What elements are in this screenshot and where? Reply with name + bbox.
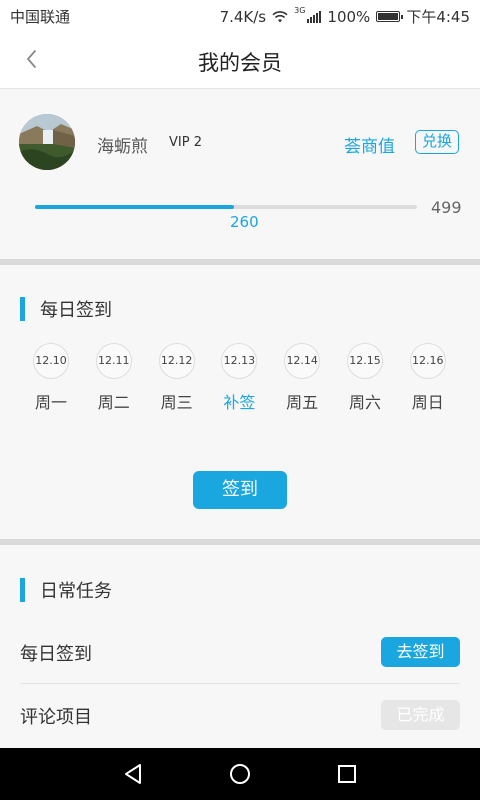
checkin-date-circle: 12.11 (95, 343, 132, 379)
network-speed: 7.4K/s (219, 7, 267, 26)
task-row: 评论项目 已完成 (20, 685, 460, 745)
points-link[interactable]: 荟商值 (344, 132, 395, 157)
checkin-title: 每日签到 (40, 300, 112, 321)
points-max-value: 499 (431, 198, 462, 217)
member-card: 海蛎煎 VIP 2 荟商值 兑换 260 499 (0, 89, 480, 259)
section-accent-bar (20, 578, 25, 602)
vip-level-badge: VIP 2 (169, 135, 202, 150)
checkin-day-label: 周二 (97, 393, 130, 412)
task-action-button: 已完成 (381, 700, 460, 730)
avatar-image (19, 114, 75, 170)
checkin-day[interactable]: 12.11 周二 (83, 343, 145, 413)
checkin-date-circle: 12.12 (158, 343, 195, 379)
checkin-section: 每日签到 12.10 周一 12.11 周二 12.12 周三 12.13 补签 12.14 周五… (0, 265, 480, 539)
task-name: 每日签到 (20, 644, 92, 665)
points-progress-track (35, 205, 417, 209)
system-nav-bar (0, 748, 480, 800)
task-name: 评论项目 (20, 707, 92, 728)
checkin-day-label: 周一 (34, 393, 67, 412)
home-circle-icon[interactable] (228, 762, 252, 786)
task-divider (20, 683, 460, 684)
checkin-day[interactable]: 12.15 周六 (334, 343, 396, 413)
checkin-date-circle: 12.15 (347, 343, 383, 379)
checkin-day-label: 周日 (411, 393, 444, 412)
checkin-day[interactable]: 12.13 补签 (208, 343, 270, 413)
checkin-day-label: 周五 (286, 393, 319, 412)
carrier-name: 中国联通 (10, 8, 71, 26)
task-row: 每日签到 去签到 (20, 622, 460, 682)
checkin-day-label: 补签 (223, 393, 256, 412)
status-indicators: 7.4K/s 3G 100% 下午4:45 (220, 6, 470, 27)
checkin-day[interactable]: 12.14 周五 (271, 343, 333, 413)
exchange-button[interactable]: 兑换 (415, 130, 459, 154)
avatar[interactable] (19, 114, 75, 170)
checkin-day[interactable]: 12.12 周三 (146, 343, 208, 413)
checkin-date-circle: 12.16 (409, 343, 446, 379)
tasks-title: 日常任务 (40, 581, 112, 602)
signin-button[interactable]: 签到 (193, 471, 287, 509)
checkin-days: 12.10 周一 12.11 周二 12.12 周三 12.13 补签 12.14 周五 12.15… (20, 343, 464, 413)
task-action-button[interactable]: 去签到 (381, 637, 460, 667)
checkin-day-label: 周六 (348, 393, 381, 412)
signal-icon (307, 10, 322, 23)
recents-square-icon[interactable] (335, 762, 359, 786)
section-accent-bar (20, 297, 25, 321)
username: 海蛎煎 (97, 137, 148, 157)
points-progress-fill (35, 205, 235, 209)
back-triangle-icon[interactable] (121, 762, 145, 786)
checkin-date-circle: 12.10 (33, 343, 69, 379)
checkin-date-circle: 12.14 (284, 343, 321, 379)
tasks-section: 日常任务 每日签到 去签到 评论项目 已完成 (0, 545, 480, 748)
clock: 下午4:45 (406, 8, 470, 26)
status-bar: 中国联通 7.4K/s 3G 100% 下午4:45 (0, 0, 480, 30)
points-current-value: 260 (230, 213, 259, 231)
checkin-day[interactable]: 12.16 周日 (397, 343, 459, 413)
checkin-day-label: 周三 (160, 393, 193, 412)
battery-icon (376, 11, 404, 22)
page-title: 我的会员 (198, 51, 282, 75)
network-type: 3G (294, 6, 306, 15)
checkin-section-title: 每日签到 (20, 296, 112, 322)
nav-bar: 我的会员 (0, 30, 480, 89)
tasks-section-title: 日常任务 (20, 577, 112, 603)
checkin-day[interactable]: 12.10 周一 (20, 343, 82, 413)
wifi-icon (272, 10, 288, 22)
battery-percent: 100% (327, 7, 371, 26)
checkin-date-circle: 12.13 (221, 343, 258, 379)
